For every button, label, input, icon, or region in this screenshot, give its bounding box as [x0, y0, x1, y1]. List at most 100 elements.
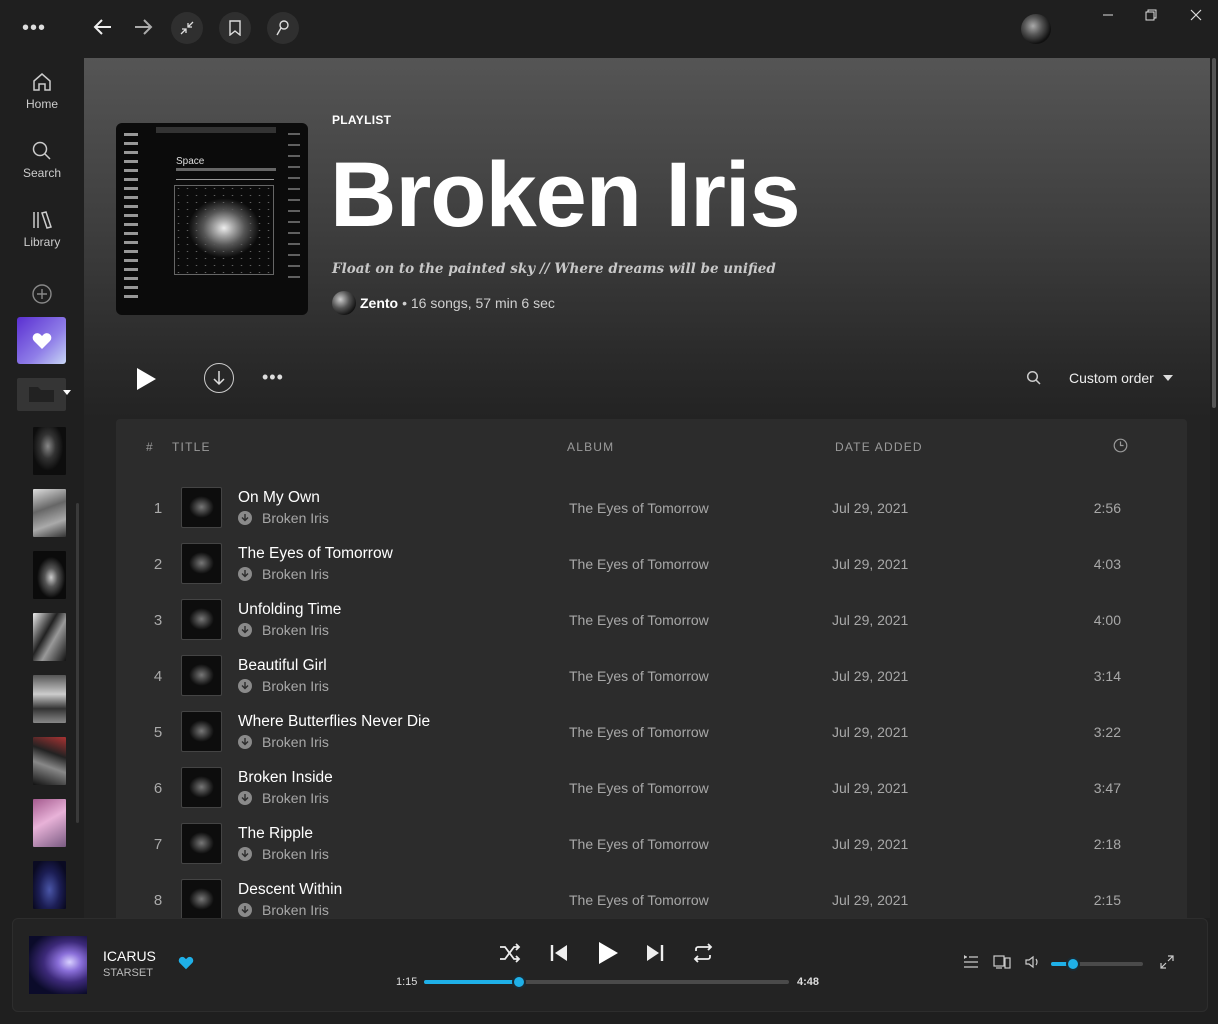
create-playlist-button[interactable] — [0, 283, 84, 305]
track-artist[interactable]: Broken Iris — [262, 510, 329, 526]
track-number: 3 — [153, 612, 163, 629]
playlist-folder[interactable] — [17, 378, 66, 411]
forward-button[interactable] — [128, 12, 158, 42]
table-row[interactable]: 3 Unfolding Time Broken Iris The Eyes of To… — [116, 591, 1187, 647]
track-artist[interactable]: Broken Iris — [262, 566, 329, 582]
owner-avatar[interactable] — [332, 291, 356, 315]
track-artist[interactable]: Broken Iris — [262, 678, 329, 694]
fullscreen-button[interactable] — [1160, 955, 1174, 974]
track-album[interactable]: The Eyes of Tomorrow — [569, 556, 709, 572]
liked-songs-button[interactable] — [17, 317, 66, 364]
table-row[interactable]: 4 Beautiful Girl Broken Iris The Eyes of To… — [116, 647, 1187, 703]
now-playing-title[interactable]: ICARUS — [103, 948, 156, 964]
download-button[interactable] — [204, 363, 234, 393]
sort-dropdown[interactable]: Custom order — [1069, 370, 1173, 386]
track-title[interactable]: Broken Inside — [238, 769, 333, 787]
playlist-search-button[interactable] — [1026, 370, 1042, 391]
table-row[interactable]: 8 Descent Within Broken Iris The Eyes of To… — [116, 871, 1187, 918]
track-title[interactable]: Beautiful Girl — [238, 657, 327, 675]
track-title[interactable]: The Ripple — [238, 825, 313, 843]
shuffle-button[interactable] — [499, 943, 521, 968]
owner-link[interactable]: Zento — [360, 295, 398, 311]
volume-handle[interactable] — [1066, 957, 1081, 971]
restore-button[interactable] — [1128, 0, 1173, 30]
column-header-date-added[interactable]: DATE ADDED — [835, 440, 923, 454]
track-duration: 4:00 — [1093, 612, 1121, 628]
mute-button[interactable] — [1025, 955, 1041, 974]
downloaded-icon — [238, 679, 252, 693]
track-album[interactable]: The Eyes of Tomorrow — [569, 612, 709, 628]
now-playing-artist[interactable]: STARSET — [103, 967, 153, 979]
folder-expand-icon[interactable] — [63, 390, 71, 395]
queue-button[interactable] — [963, 955, 979, 974]
devices-button[interactable] — [993, 955, 1011, 974]
back-button[interactable] — [88, 12, 118, 42]
sidebar-item-library[interactable]: Library — [0, 209, 84, 249]
table-row[interactable]: 2 The Eyes of Tomorrow Broken Iris The Eyes… — [116, 535, 1187, 591]
progress-bar[interactable] — [424, 975, 789, 989]
track-album[interactable]: The Eyes of Tomorrow — [569, 668, 709, 684]
track-artist[interactable]: Broken Iris — [262, 846, 329, 862]
sidebar-playlist-thumb[interactable] — [33, 613, 66, 661]
progress-handle[interactable] — [511, 975, 526, 989]
sidebar-playlist-thumb[interactable] — [33, 737, 66, 785]
plus-circle-icon — [32, 284, 52, 304]
track-title[interactable]: Where Butterflies Never Die — [238, 713, 430, 731]
track-title[interactable]: Descent Within — [238, 881, 342, 899]
play-button[interactable] — [134, 366, 158, 397]
track-album[interactable]: The Eyes of Tomorrow — [569, 500, 709, 516]
track-artist[interactable]: Broken Iris — [262, 902, 329, 918]
user-avatar[interactable] — [1021, 14, 1051, 44]
track-artist[interactable]: Broken Iris — [262, 790, 329, 806]
next-button[interactable] — [645, 943, 665, 968]
sidebar-item-home[interactable]: Home — [0, 71, 84, 111]
column-header-album[interactable]: ALBUM — [567, 440, 614, 454]
track-title[interactable]: On My Own — [238, 489, 320, 507]
minimize-button[interactable] — [1085, 0, 1130, 30]
track-artist[interactable]: Broken Iris — [262, 734, 329, 750]
track-date-added: Jul 29, 2021 — [832, 500, 909, 516]
column-header-duration[interactable] — [1113, 438, 1128, 456]
sidebar-playlist-thumb[interactable] — [33, 675, 66, 723]
sidebar-playlist-thumb[interactable] — [33, 427, 66, 475]
more-options-button[interactable]: ••• — [262, 367, 284, 388]
table-row[interactable]: 6 Broken Inside Broken Iris The Eyes of Tom… — [116, 759, 1187, 815]
track-album[interactable]: The Eyes of Tomorrow — [569, 836, 709, 852]
sidebar-item-search[interactable]: Search — [0, 140, 84, 180]
track-duration: 3:14 — [1093, 668, 1121, 684]
track-album[interactable]: The Eyes of Tomorrow — [569, 780, 709, 796]
sidebar-playlist-thumb[interactable] — [33, 799, 66, 847]
volume-slider[interactable] — [1051, 957, 1143, 971]
column-header-title[interactable]: TITLE — [172, 440, 211, 454]
track-date-added: Jul 29, 2021 — [832, 892, 909, 908]
like-button[interactable] — [178, 956, 194, 975]
bookmark-button[interactable] — [219, 12, 251, 44]
sidebar-scrollbar[interactable] — [76, 503, 79, 823]
track-duration: 2:56 — [1093, 500, 1121, 516]
track-album[interactable]: The Eyes of Tomorrow — [569, 892, 709, 908]
sidebar-playlist-thumb[interactable] — [33, 551, 66, 599]
track-artist[interactable]: Broken Iris — [262, 622, 329, 638]
track-title[interactable]: Unfolding Time — [238, 601, 341, 619]
table-row[interactable]: 7 The Ripple Broken Iris The Eyes of Tomorr… — [116, 815, 1187, 871]
repeat-icon — [693, 943, 713, 963]
pin-button[interactable] — [267, 12, 299, 44]
downloaded-icon — [238, 847, 252, 861]
track-album[interactable]: The Eyes of Tomorrow — [569, 724, 709, 740]
table-row[interactable]: 1 On My Own Broken Iris The Eyes of Tomorro… — [116, 479, 1187, 535]
close-button[interactable] — [1173, 0, 1218, 30]
repeat-button[interactable] — [692, 943, 714, 968]
miniplayer-button[interactable] — [171, 12, 203, 44]
queue-icon — [964, 955, 978, 968]
now-playing-cover[interactable] — [29, 936, 87, 994]
table-row[interactable]: 5 Where Butterflies Never Die Broken Iris T… — [116, 703, 1187, 759]
track-number: 8 — [153, 892, 163, 909]
play-pause-button[interactable] — [596, 940, 620, 971]
track-title[interactable]: The Eyes of Tomorrow — [238, 545, 393, 563]
sidebar-playlist-thumb[interactable] — [33, 489, 66, 537]
arrow-right-icon — [135, 19, 153, 35]
main-scrollbar[interactable] — [1210, 58, 1218, 408]
sidebar-playlist-thumb[interactable] — [33, 861, 66, 909]
previous-button[interactable] — [549, 943, 569, 968]
app-menu-button[interactable]: ••• — [22, 17, 46, 40]
